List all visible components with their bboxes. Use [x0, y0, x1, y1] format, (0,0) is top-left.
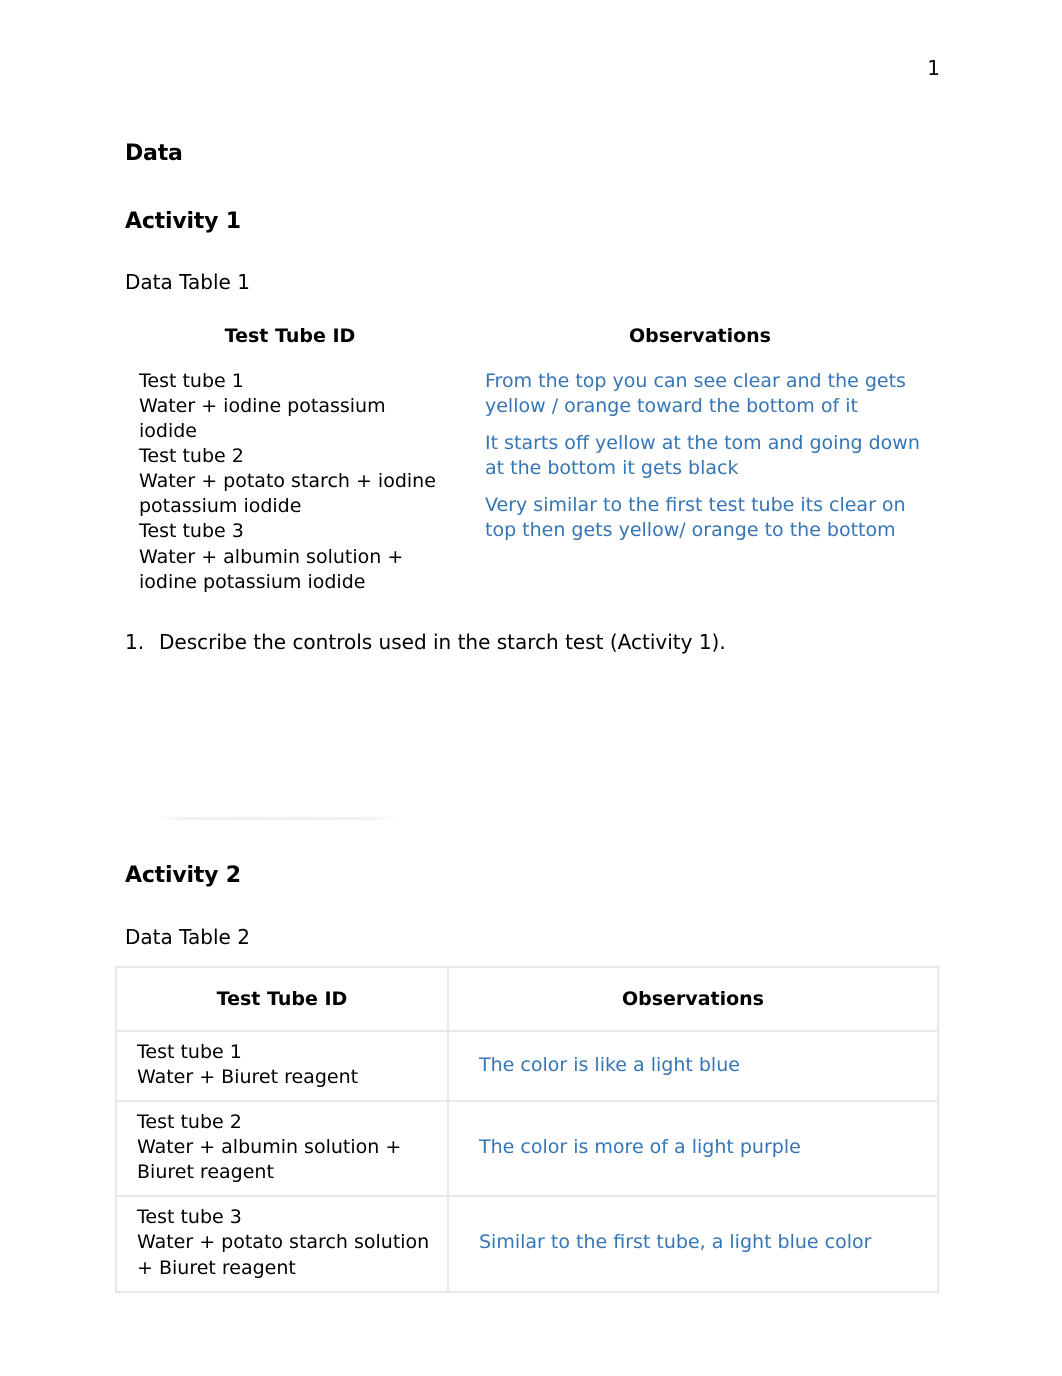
test-tube-1-contents: Water + iodine potassium iodide — [139, 395, 386, 443]
column-header-observations: Observations — [628, 325, 771, 347]
test-tube-2-label: Test tube 2 — [139, 445, 244, 468]
cell-test-tube-id-2: Test tube 2 Water + albumin solution + B… — [115, 1100, 449, 1198]
column-header-test-tube-id: Test Tube ID — [224, 325, 356, 347]
test-tube-1-label: Test tube 1 — [139, 370, 244, 392]
test-tube-3-label: Test tube 3 — [137, 1206, 242, 1229]
column-header-test-tube-id: Test Tube ID — [115, 966, 449, 1032]
data-table-2-wrapper: Test Tube ID Observations Test tube 1 Wa… — [115, 966, 939, 1293]
cell-observations: From the top you can see clear and the g… — [455, 369, 945, 595]
question-number: 1. — [125, 629, 145, 654]
activity-2-heading: Activity 2 — [125, 863, 241, 888]
cell-test-tube-id-3: Test tube 3 Water + potato starch soluti… — [115, 1195, 449, 1293]
test-tube-2-contents: Water + potato starch + iodine potassium… — [139, 470, 436, 518]
test-tube-1-label: Test tube 1 — [137, 1041, 242, 1063]
table-row: Test tube 1 Water + iodine potassium iod… — [125, 369, 945, 595]
page-number: 1 — [927, 56, 940, 80]
question-item-1: 1. Describe the controls used in the sta… — [125, 629, 945, 655]
cell-observation-1: The color is like a light blue — [447, 1029, 939, 1103]
data-table-2: Test Tube ID Observations Test tube 1 Wa… — [115, 966, 939, 1293]
question-text: Describe the controls used in the starch… — [159, 629, 726, 654]
section-divider — [155, 817, 400, 820]
table-row: Test tube 1 Water + Biuret reagent The c… — [115, 1029, 939, 1103]
table-header-row: Test Tube ID Observations — [125, 325, 945, 369]
document-content: Data Activity 1 Data Table 1 Test Tube I… — [125, 140, 945, 655]
test-tube-3-label: Test tube 3 — [139, 520, 244, 543]
table-header-row: Test Tube ID Observations — [115, 966, 939, 1032]
observation-test-tube-3: Very similar to the first test tube its … — [485, 494, 906, 542]
test-tube-2-contents: Water + albumin solution + Biuret reagen… — [137, 1136, 402, 1184]
table-row: Test tube 2 Water + albumin solution + B… — [115, 1100, 939, 1198]
test-tube-2-label: Test tube 2 — [137, 1111, 242, 1134]
data-table-1: Test Tube ID Observations Test tube 1 Wa… — [125, 325, 945, 595]
cell-observation-3: Similar to the first tube, a light blue … — [447, 1195, 939, 1293]
cell-test-tube-ids: Test tube 1 Water + iodine potassium iod… — [125, 369, 455, 595]
data-table-2-label: Data Table 2 — [125, 924, 250, 949]
cell-test-tube-id-1: Test tube 1 Water + Biuret reagent — [115, 1029, 449, 1103]
column-header-observations: Observations — [447, 966, 939, 1032]
page-title: Data — [125, 141, 183, 166]
activity-2-section: Activity 2 Data Table 2 — [125, 862, 945, 950]
data-table-1-label: Data Table 1 — [125, 270, 250, 294]
document-page: 1 Data Activity 1 Data Table 1 Test Tube… — [0, 0, 1062, 1376]
observation-test-tube-1: From the top you can see clear and the g… — [485, 370, 906, 418]
test-tube-3-contents: Water + albumin solution + iodine potass… — [139, 545, 404, 593]
activity-1-heading: Activity 1 — [125, 208, 241, 234]
test-tube-3-contents: Water + potato starch solution + Biuret … — [137, 1231, 430, 1279]
observation-test-tube-2: It starts off yellow at the tom and goin… — [485, 432, 920, 480]
cell-observation-2: The color is more of a light purple — [447, 1100, 939, 1198]
table-row: Test tube 3 Water + potato starch soluti… — [115, 1195, 939, 1293]
test-tube-1-contents: Water + Biuret reagent — [137, 1066, 359, 1089]
